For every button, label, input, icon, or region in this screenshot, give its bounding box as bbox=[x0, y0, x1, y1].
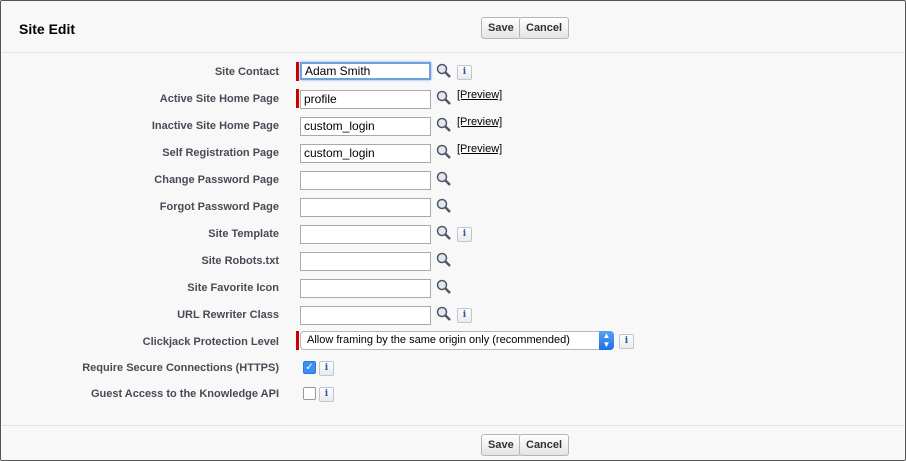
clickjack-select-value: Allow framing by the same origin only (r… bbox=[307, 334, 570, 346]
info-icon[interactable]: i bbox=[619, 334, 634, 349]
lookup-icon[interactable] bbox=[435, 251, 453, 269]
save-button-top[interactable]: Save bbox=[481, 17, 521, 39]
change-password-label: Change Password Page bbox=[154, 174, 279, 186]
guest-access-label: Guest Access to the Knowledge API bbox=[90, 388, 279, 400]
inactive-home-input[interactable]: custom_login bbox=[300, 117, 431, 136]
lookup-icon[interactable] bbox=[435, 62, 453, 80]
lookup-icon[interactable] bbox=[435, 278, 453, 296]
page-title: Site Edit bbox=[19, 21, 76, 37]
site-contact-input[interactable]: Adam Smith bbox=[300, 62, 431, 80]
site-template-label: Site Template bbox=[208, 228, 279, 240]
forgot-password-label: Forgot Password Page bbox=[159, 201, 279, 213]
preview-link-self-registration[interactable]: [Preview] bbox=[457, 143, 502, 155]
required-indicator bbox=[296, 331, 299, 350]
url-rewriter-input[interactable] bbox=[300, 306, 431, 325]
site-favicon-label: Site Favorite Icon bbox=[187, 282, 279, 294]
cancel-button-bottom[interactable]: Cancel bbox=[519, 434, 570, 456]
https-label: Require Secure Connections (HTTPS) bbox=[82, 362, 279, 374]
lookup-icon[interactable] bbox=[435, 170, 453, 188]
active-home-input[interactable]: profile bbox=[300, 90, 431, 109]
self-registration-input[interactable]: custom_login bbox=[300, 144, 431, 163]
inactive-home-label: Inactive Site Home Page bbox=[151, 120, 279, 132]
preview-link-active-home[interactable]: [Preview] bbox=[457, 89, 502, 101]
clickjack-label: Clickjack Protection Level bbox=[142, 336, 279, 348]
clickjack-select[interactable]: Allow framing by the same origin only (r… bbox=[300, 331, 614, 350]
site-edit-panel: Site Edit Save Cancel Site Contact Adam … bbox=[0, 0, 906, 461]
change-password-input[interactable] bbox=[300, 171, 431, 190]
site-favicon-input[interactable] bbox=[300, 279, 431, 298]
info-icon[interactable]: i bbox=[319, 387, 334, 402]
self-registration-label: Self Registration Page bbox=[162, 147, 279, 159]
info-icon[interactable]: i bbox=[457, 227, 472, 242]
site-contact-label: Site Contact bbox=[214, 66, 279, 78]
lookup-icon[interactable] bbox=[435, 224, 453, 242]
lookup-icon[interactable] bbox=[435, 143, 453, 161]
lookup-icon[interactable] bbox=[435, 305, 453, 323]
site-robots-label: Site Robots.txt bbox=[201, 255, 279, 267]
header-bar: Site Edit Save Cancel bbox=[2, 2, 904, 53]
footer-bar: Save Cancel bbox=[2, 425, 904, 460]
guest-access-checkbox[interactable] bbox=[303, 387, 316, 400]
active-home-label: Active Site Home Page bbox=[159, 93, 279, 105]
required-indicator bbox=[296, 62, 299, 81]
forgot-password-input[interactable] bbox=[300, 198, 431, 217]
required-indicator bbox=[296, 89, 299, 108]
url-rewriter-label: URL Rewriter Class bbox=[177, 309, 279, 321]
info-icon[interactable]: i bbox=[457, 65, 472, 80]
lookup-icon[interactable] bbox=[435, 116, 453, 134]
https-checkbox[interactable]: ✓ bbox=[303, 361, 316, 374]
lookup-icon[interactable] bbox=[435, 197, 453, 215]
site-robots-input[interactable] bbox=[300, 252, 431, 271]
info-icon[interactable]: i bbox=[319, 361, 334, 376]
cancel-button-top[interactable]: Cancel bbox=[519, 17, 570, 39]
preview-link-inactive-home[interactable]: [Preview] bbox=[457, 116, 502, 128]
select-stepper-icon: ▲ ▼ bbox=[599, 331, 614, 350]
lookup-icon[interactable] bbox=[435, 89, 453, 107]
info-icon[interactable]: i bbox=[457, 308, 472, 323]
site-template-input[interactable] bbox=[300, 225, 431, 244]
save-button-bottom[interactable]: Save bbox=[481, 434, 521, 456]
